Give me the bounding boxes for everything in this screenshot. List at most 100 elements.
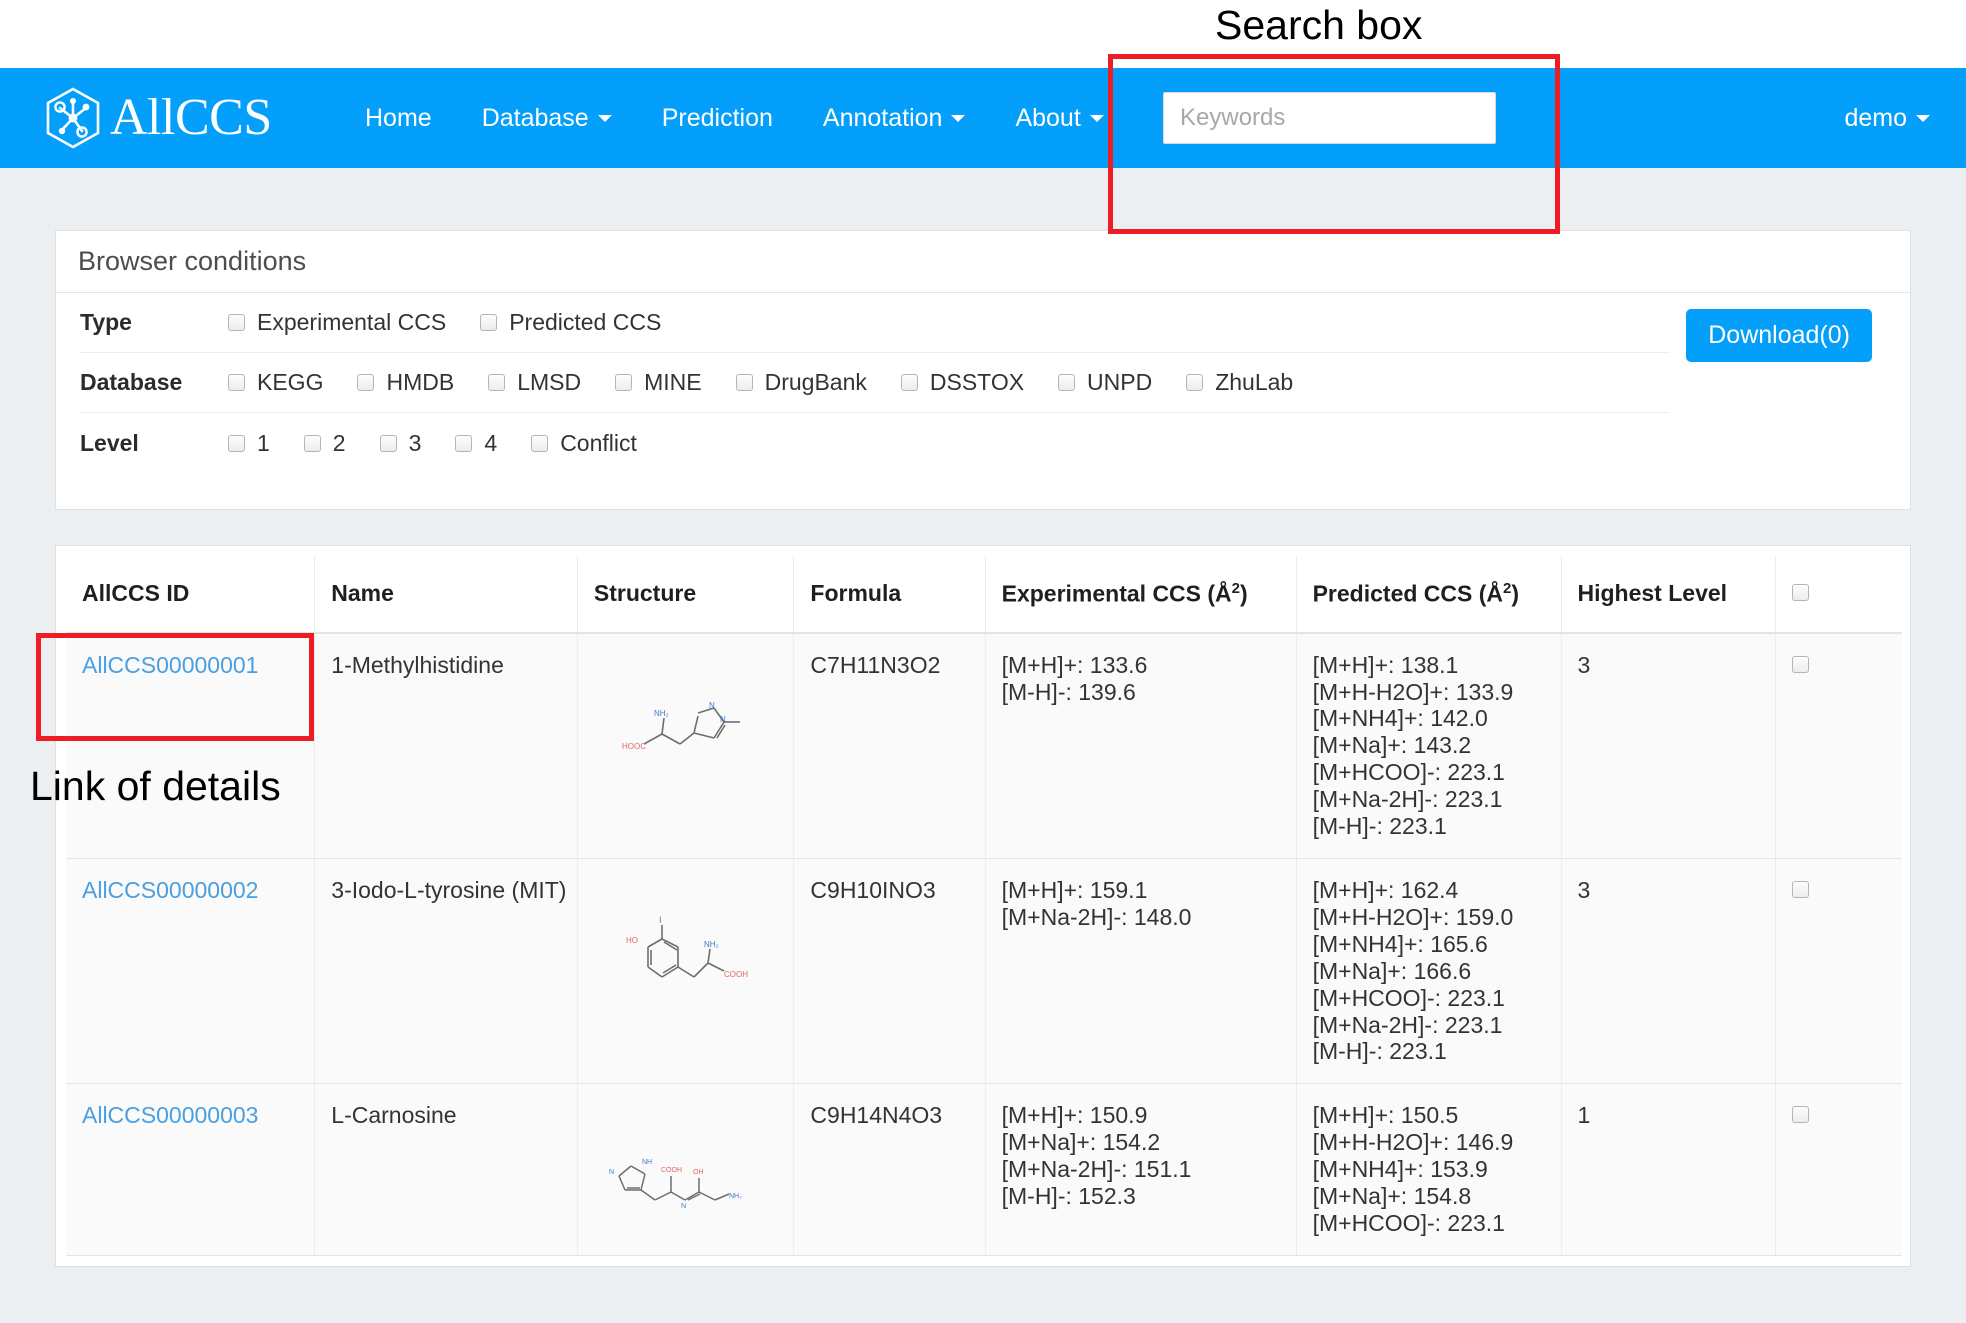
- checkbox-mine[interactable]: MINE: [615, 369, 702, 396]
- checkbox-icon[interactable]: [455, 434, 473, 452]
- cell-name: 1-Methylhistidine: [314, 632, 578, 859]
- allccs-id-link[interactable]: AllCCS00000001: [82, 652, 258, 678]
- user-menu-label: demo: [1844, 103, 1907, 132]
- search-input[interactable]: [1163, 92, 1496, 144]
- condition-label-type: Type: [80, 309, 132, 335]
- ccs-value: [M+H-H2O]+: 159.0: [1312, 903, 1514, 930]
- checkbox-icon[interactable]: [735, 374, 753, 391]
- brand-title: AllCCS: [110, 89, 272, 146]
- chevron-down-icon: [951, 114, 966, 122]
- nav-item-database-label: Database: [481, 103, 589, 132]
- condition-label-database: Database: [80, 369, 183, 395]
- nav-item-prediction[interactable]: Prediction: [637, 105, 798, 131]
- checkbox-predicted-ccs[interactable]: Predicted CCS: [480, 309, 661, 336]
- checkbox-icon[interactable]: [228, 434, 245, 452]
- callout-search-box-label: Search box: [1215, 2, 1423, 48]
- checkbox-icon[interactable]: [900, 374, 918, 391]
- callout-link-of-details-label: Link of details: [30, 763, 281, 809]
- browser-conditions-title: Browser conditions: [56, 231, 1910, 293]
- svg-text:N: N: [709, 701, 715, 710]
- ccs-value: [M+Na-2H]-: 223.1: [1312, 1011, 1503, 1038]
- cell-predicted-ccs: [M+H]+: 138.1 [M+H-H2O]+: 133.9 [M+NH4]+…: [1296, 632, 1562, 859]
- checkbox-icon[interactable]: [228, 314, 245, 331]
- column-header-predicted-ccs[interactable]: Predicted CCS (Å2): [1296, 556, 1562, 634]
- ccs-value: [M-H]-: 223.1: [1312, 813, 1447, 840]
- column-header-label-tail: ): [1511, 580, 1520, 607]
- ccs-value: [M+HCOO]-: 223.1: [1312, 759, 1505, 786]
- checkbox-icon[interactable]: [615, 374, 633, 391]
- 3-iodo-l-tyrosine-structure-icon: HO I NH₂ COOH: [578, 911, 794, 1011]
- ccs-value: [M-H]-: 223.1: [1312, 1038, 1447, 1065]
- svg-text:NH: NH: [642, 1159, 652, 1166]
- nav-item-database[interactable]: Database: [457, 103, 637, 132]
- column-header-structure[interactable]: Structure: [577, 556, 795, 634]
- ccs-value: [M+H]+: 150.9: [1001, 1102, 1148, 1129]
- checkbox-icon[interactable]: [1058, 374, 1076, 391]
- ccs-value: [M+Na-2H]-: 223.1: [1312, 786, 1503, 813]
- cell-select: [1775, 1083, 1902, 1256]
- checkbox-label: UNPD: [1087, 369, 1153, 395]
- checkbox-icon[interactable]: [480, 314, 498, 331]
- conditions-table: Type Experimental CCS Predicted CCS Data…: [56, 293, 1910, 473]
- table-header-row: AllCCS ID Name Structure Formula Experim…: [66, 556, 1902, 634]
- checkbox-label: DSSTOX: [929, 369, 1025, 395]
- column-header-label: Experimental CCS (Å: [1001, 580, 1232, 607]
- condition-row-type: Type Experimental CCS Predicted CCS: [80, 293, 1670, 353]
- nav-item-about[interactable]: About: [990, 103, 1128, 132]
- checkbox-zhulab[interactable]: ZhuLab: [1186, 369, 1293, 396]
- navbar: AllCCS Home Database Prediction Annotati…: [0, 68, 1966, 168]
- brand-logo-link[interactable]: AllCCS: [44, 82, 272, 154]
- row-select-checkbox-icon[interactable]: [1791, 881, 1809, 898]
- checkbox-level-4[interactable]: 4: [455, 430, 497, 457]
- column-header-experimental-ccs[interactable]: Experimental CCS (Å2): [985, 556, 1297, 634]
- select-all-checkbox-icon[interactable]: [1791, 584, 1809, 601]
- checkbox-experimental-ccs[interactable]: Experimental CCS: [228, 309, 446, 336]
- checkbox-icon[interactable]: [303, 434, 321, 452]
- checkbox-label: 2: [332, 429, 346, 456]
- download-button[interactable]: Download(0): [1686, 309, 1872, 362]
- checkbox-level-conflict[interactable]: Conflict: [531, 430, 637, 457]
- row-select-checkbox-icon[interactable]: [1791, 655, 1809, 673]
- cell-structure: NH₂ HOOC N N: [577, 632, 795, 859]
- checkbox-label: DrugBank: [764, 369, 867, 395]
- nav-item-home[interactable]: Home: [340, 105, 457, 131]
- nav-item-about-label: About: [1015, 103, 1081, 132]
- column-header-formula[interactable]: Formula: [793, 556, 986, 634]
- checkbox-icon[interactable]: [379, 434, 397, 452]
- ccs-value: [M+Na-2H]-: 148.0: [1001, 903, 1192, 930]
- checkbox-icon[interactable]: [228, 374, 245, 391]
- svg-text:NH₂: NH₂: [704, 940, 719, 949]
- checkbox-drugbank[interactable]: DrugBank: [735, 369, 867, 396]
- results-table: AllCCS ID Name Structure Formula Experim…: [66, 556, 1902, 1256]
- nav-item-annotation[interactable]: Annotation: [798, 105, 991, 131]
- checkbox-dsstox[interactable]: DSSTOX: [900, 369, 1025, 396]
- svg-text:NH₂: NH₂: [729, 1193, 742, 1200]
- condition-row-database: Database KEGG HMDB LMSD MINE DrugBank DS…: [80, 353, 1670, 413]
- allccs-id-link[interactable]: AllCCS00000002: [82, 877, 258, 903]
- checkbox-unpd[interactable]: UNPD: [1058, 369, 1152, 396]
- checkbox-hmdb[interactable]: HMDB: [357, 369, 454, 396]
- checkbox-icon[interactable]: [1186, 374, 1204, 391]
- column-header-allccs-id[interactable]: AllCCS ID: [66, 556, 316, 634]
- svg-text:N: N: [609, 1169, 614, 1176]
- checkbox-kegg[interactable]: KEGG: [228, 369, 323, 396]
- column-header-label: Predicted CCS (Å: [1312, 580, 1504, 607]
- column-header-highest-level[interactable]: Highest Level: [1561, 556, 1776, 634]
- cell-predicted-ccs: [M+H]+: 162.4 [M+H-H2O]+: 159.0 [M+NH4]+…: [1296, 858, 1562, 1085]
- svg-text:COOH: COOH: [724, 970, 748, 979]
- row-select-checkbox-icon[interactable]: [1791, 1106, 1809, 1124]
- checkbox-level-3[interactable]: 3: [379, 430, 421, 457]
- column-header-name[interactable]: Name: [314, 556, 578, 634]
- ccs-value: [M+Na]+: 143.2: [1312, 732, 1472, 759]
- checkbox-lmsd[interactable]: LMSD: [488, 369, 581, 396]
- column-header-select-all[interactable]: [1775, 556, 1902, 634]
- checkbox-icon[interactable]: [488, 374, 506, 391]
- checkbox-icon[interactable]: [531, 434, 549, 452]
- results-table-panel: AllCCS ID Name Structure Formula Experim…: [55, 545, 1911, 1267]
- checkbox-level-1[interactable]: 1: [228, 430, 270, 457]
- checkbox-level-2[interactable]: 2: [303, 429, 346, 457]
- allccs-id-link[interactable]: AllCCS00000003: [82, 1102, 258, 1128]
- column-header-label-tail: ): [1240, 580, 1248, 607]
- user-menu-demo[interactable]: demo: [1819, 103, 1930, 132]
- checkbox-icon[interactable]: [357, 374, 375, 391]
